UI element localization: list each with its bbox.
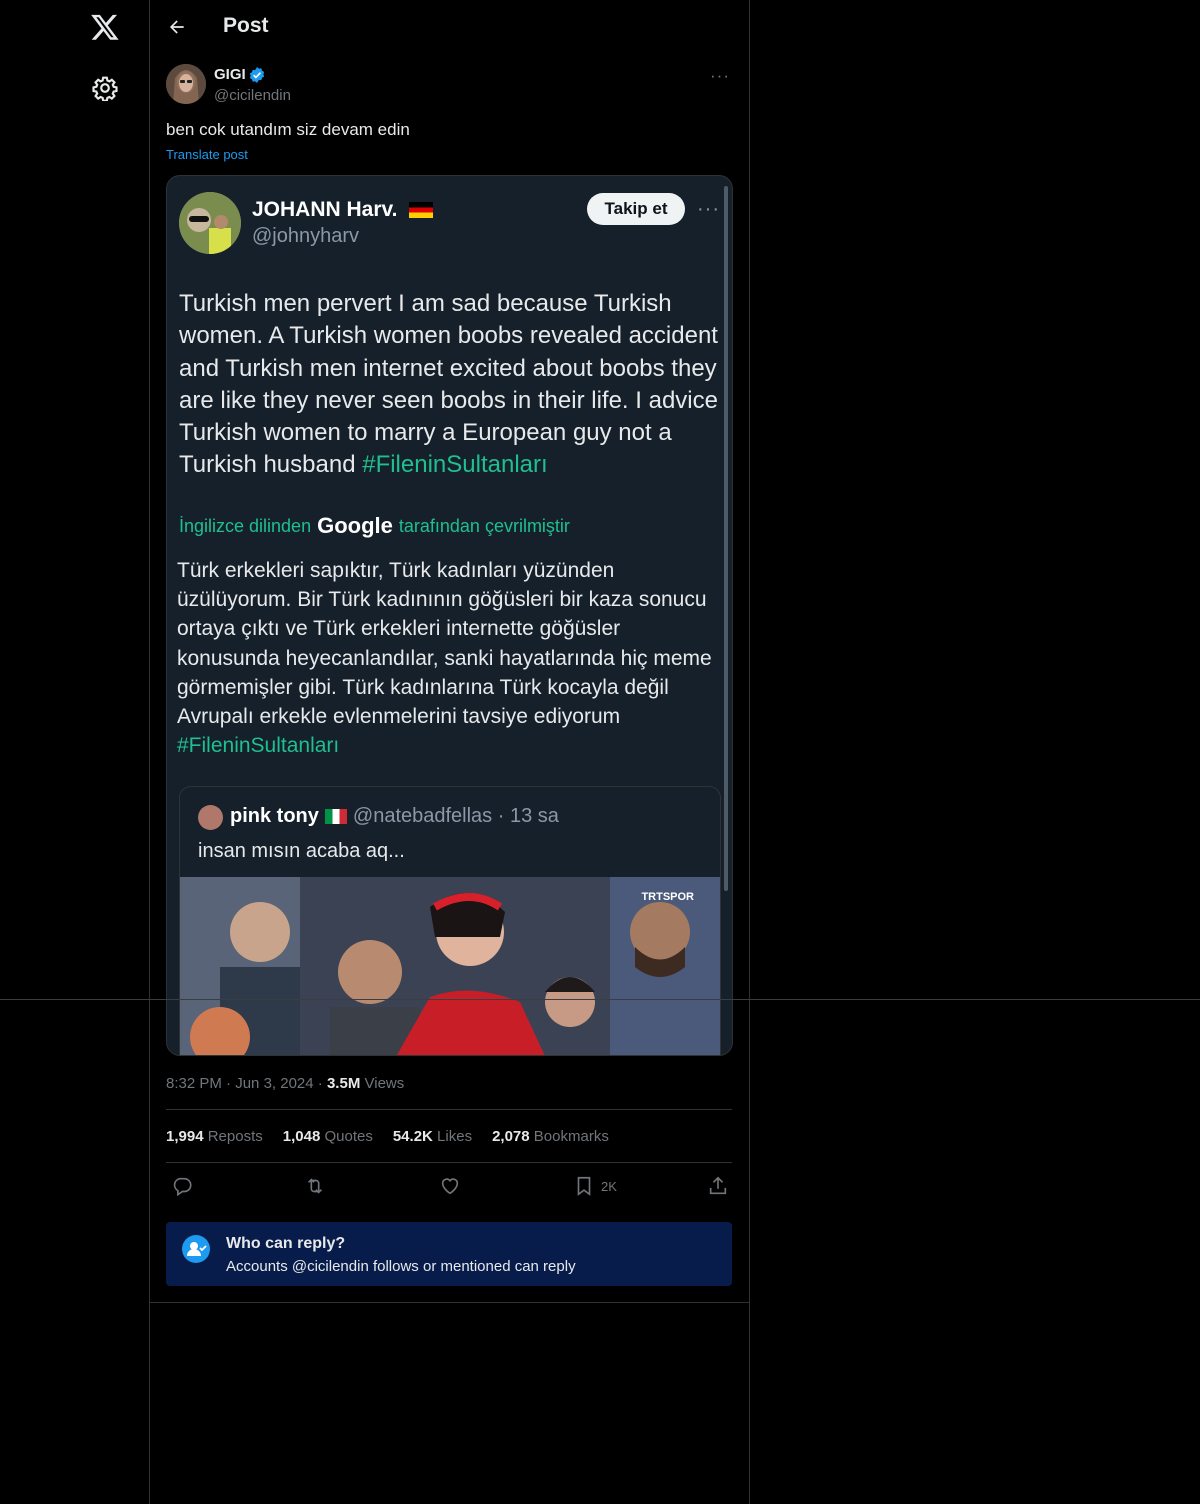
inner-quote-header: pink tony @natebadfellas · 13 sa xyxy=(230,805,559,828)
quoted-body: Turkish men pervert I am sad because Tur… xyxy=(179,288,724,482)
translation-prefix: İngilizce dilinden xyxy=(179,515,312,536)
stat-reposts[interactable]: 1,994 Reposts xyxy=(166,1128,263,1145)
follow-button: Takip et xyxy=(587,193,685,225)
stat-count: 1,994 xyxy=(166,1128,204,1145)
engagement-stats: 1,994 Reposts 1,048 Quotes 54.2K Likes 2… xyxy=(166,1128,609,1145)
author-handle[interactable]: @cicilendin xyxy=(214,87,291,104)
author-name[interactable]: GIGI xyxy=(214,66,246,83)
stat-bookmarks[interactable]: 2,078 Bookmarks xyxy=(492,1128,609,1145)
quoted-avatar-photo xyxy=(179,192,241,254)
inner-quote-name: pink tony xyxy=(230,805,319,827)
share-button[interactable] xyxy=(707,1175,729,1197)
quoted-name-text: JOHANN Harv. xyxy=(252,198,398,221)
crowd-photo-art xyxy=(180,877,720,1055)
italy-flag-icon xyxy=(324,809,347,825)
verified-badge-icon xyxy=(249,67,265,83)
user-check-icon xyxy=(182,1235,210,1263)
bookmark-icon xyxy=(577,1176,591,1196)
inner-quote-handle-time: @natebadfellas · 13 sa xyxy=(352,805,559,827)
stat-likes[interactable]: 54.2K Likes xyxy=(393,1128,472,1145)
heart-icon xyxy=(441,1178,459,1195)
viewport-divider xyxy=(0,999,1200,1000)
inner-quote-card: pink tony @natebadfellas · 13 sa insan mı… xyxy=(179,786,721,1055)
stat-count: 1,048 xyxy=(282,1128,321,1145)
main-column: Post GIGI @cicilendin ··· ben cok utandı… xyxy=(149,0,750,1504)
divider xyxy=(150,1302,749,1303)
reply-icon xyxy=(173,1177,192,1197)
who-can-reply-subtitle: Accounts @cicilendin follows or mentione… xyxy=(226,1258,576,1275)
stat-label: Bookmarks xyxy=(533,1128,609,1145)
meta-dot: · xyxy=(317,1075,327,1092)
translation-attribution: İngilizce dilinden Google tarafından çev… xyxy=(179,513,570,539)
stat-label: Likes xyxy=(437,1128,473,1145)
avatar[interactable] xyxy=(166,64,206,104)
bookmark-count: 2K xyxy=(601,1178,617,1194)
translated-hashtag: #FileninSultanları xyxy=(177,734,340,758)
header: Post xyxy=(150,0,749,54)
divider xyxy=(166,1109,732,1110)
inner-quote-avatar xyxy=(198,805,223,830)
germany-flag-icon xyxy=(409,202,434,219)
quoted-hashtag: #FileninSultanları xyxy=(362,451,548,479)
share-icon xyxy=(709,1176,727,1195)
gear-icon[interactable] xyxy=(92,75,118,101)
post-time[interactable]: 8:32 PM xyxy=(166,1075,222,1092)
stat-count: 2,078 xyxy=(492,1128,530,1145)
stat-quotes[interactable]: 1,048 Quotes xyxy=(283,1128,373,1145)
translate-post-link[interactable]: Translate post xyxy=(166,147,248,162)
scrollbar xyxy=(724,186,728,891)
translated-body-text: Türk erkekleri sapıktır, Türk kadınları … xyxy=(177,559,712,729)
bookmark-button[interactable]: 2K xyxy=(573,1175,617,1197)
more-options-icon[interactable]: ··· xyxy=(710,66,730,86)
post-media-image[interactable]: JOHANN Harv. @johnyharv Takip et ··· Tur… xyxy=(166,175,733,1056)
repost-button[interactable] xyxy=(304,1175,326,1197)
post-meta: 8:32 PM · Jun 3, 2024 · 3.5M Views xyxy=(166,1075,404,1092)
stat-count: 54.2K xyxy=(392,1128,433,1145)
back-arrow-icon[interactable] xyxy=(167,17,187,37)
inner-quote-text: insan mısın acaba aq... xyxy=(198,840,405,862)
post-date[interactable]: Jun 3, 2024 xyxy=(235,1075,313,1092)
left-rail xyxy=(0,0,149,1504)
stat-label: Reposts xyxy=(207,1128,263,1145)
stat-label: Quotes xyxy=(324,1128,373,1145)
translation-suffix: tarafından çevrilmiştir xyxy=(398,515,570,536)
x-logo-icon[interactable] xyxy=(90,12,120,42)
translated-body: Türk erkekleri sapıktır, Türk kadınları … xyxy=(177,556,725,760)
quoted-avatar xyxy=(179,192,241,254)
who-can-reply-banner: Who can reply? Accounts @cicilendin foll… xyxy=(166,1222,732,1286)
post-text: ben cok utandım siz devam edin xyxy=(166,120,410,139)
reply-button[interactable] xyxy=(171,1175,193,1197)
quoted-name: JOHANN Harv. xyxy=(252,198,434,222)
views-count: 3.5M xyxy=(326,1075,361,1092)
user-check-glyph xyxy=(187,1242,207,1256)
divider xyxy=(166,1162,732,1163)
meta-dot: · xyxy=(226,1075,236,1092)
page-title: Post xyxy=(223,14,269,37)
quoted-more-icon: ··· xyxy=(697,198,720,220)
tv-watermark: TRTSPOR xyxy=(641,891,694,903)
like-button[interactable] xyxy=(439,1175,461,1197)
who-can-reply-title: Who can reply? xyxy=(226,1235,346,1252)
quoted-handle: @johnyharv xyxy=(252,225,360,247)
google-logo: Google xyxy=(317,513,393,538)
crowd-photo: TRTSPOR xyxy=(180,877,720,1055)
avatar-photo xyxy=(166,64,206,104)
repost-icon xyxy=(307,1178,323,1194)
views-label: Views xyxy=(364,1075,405,1092)
